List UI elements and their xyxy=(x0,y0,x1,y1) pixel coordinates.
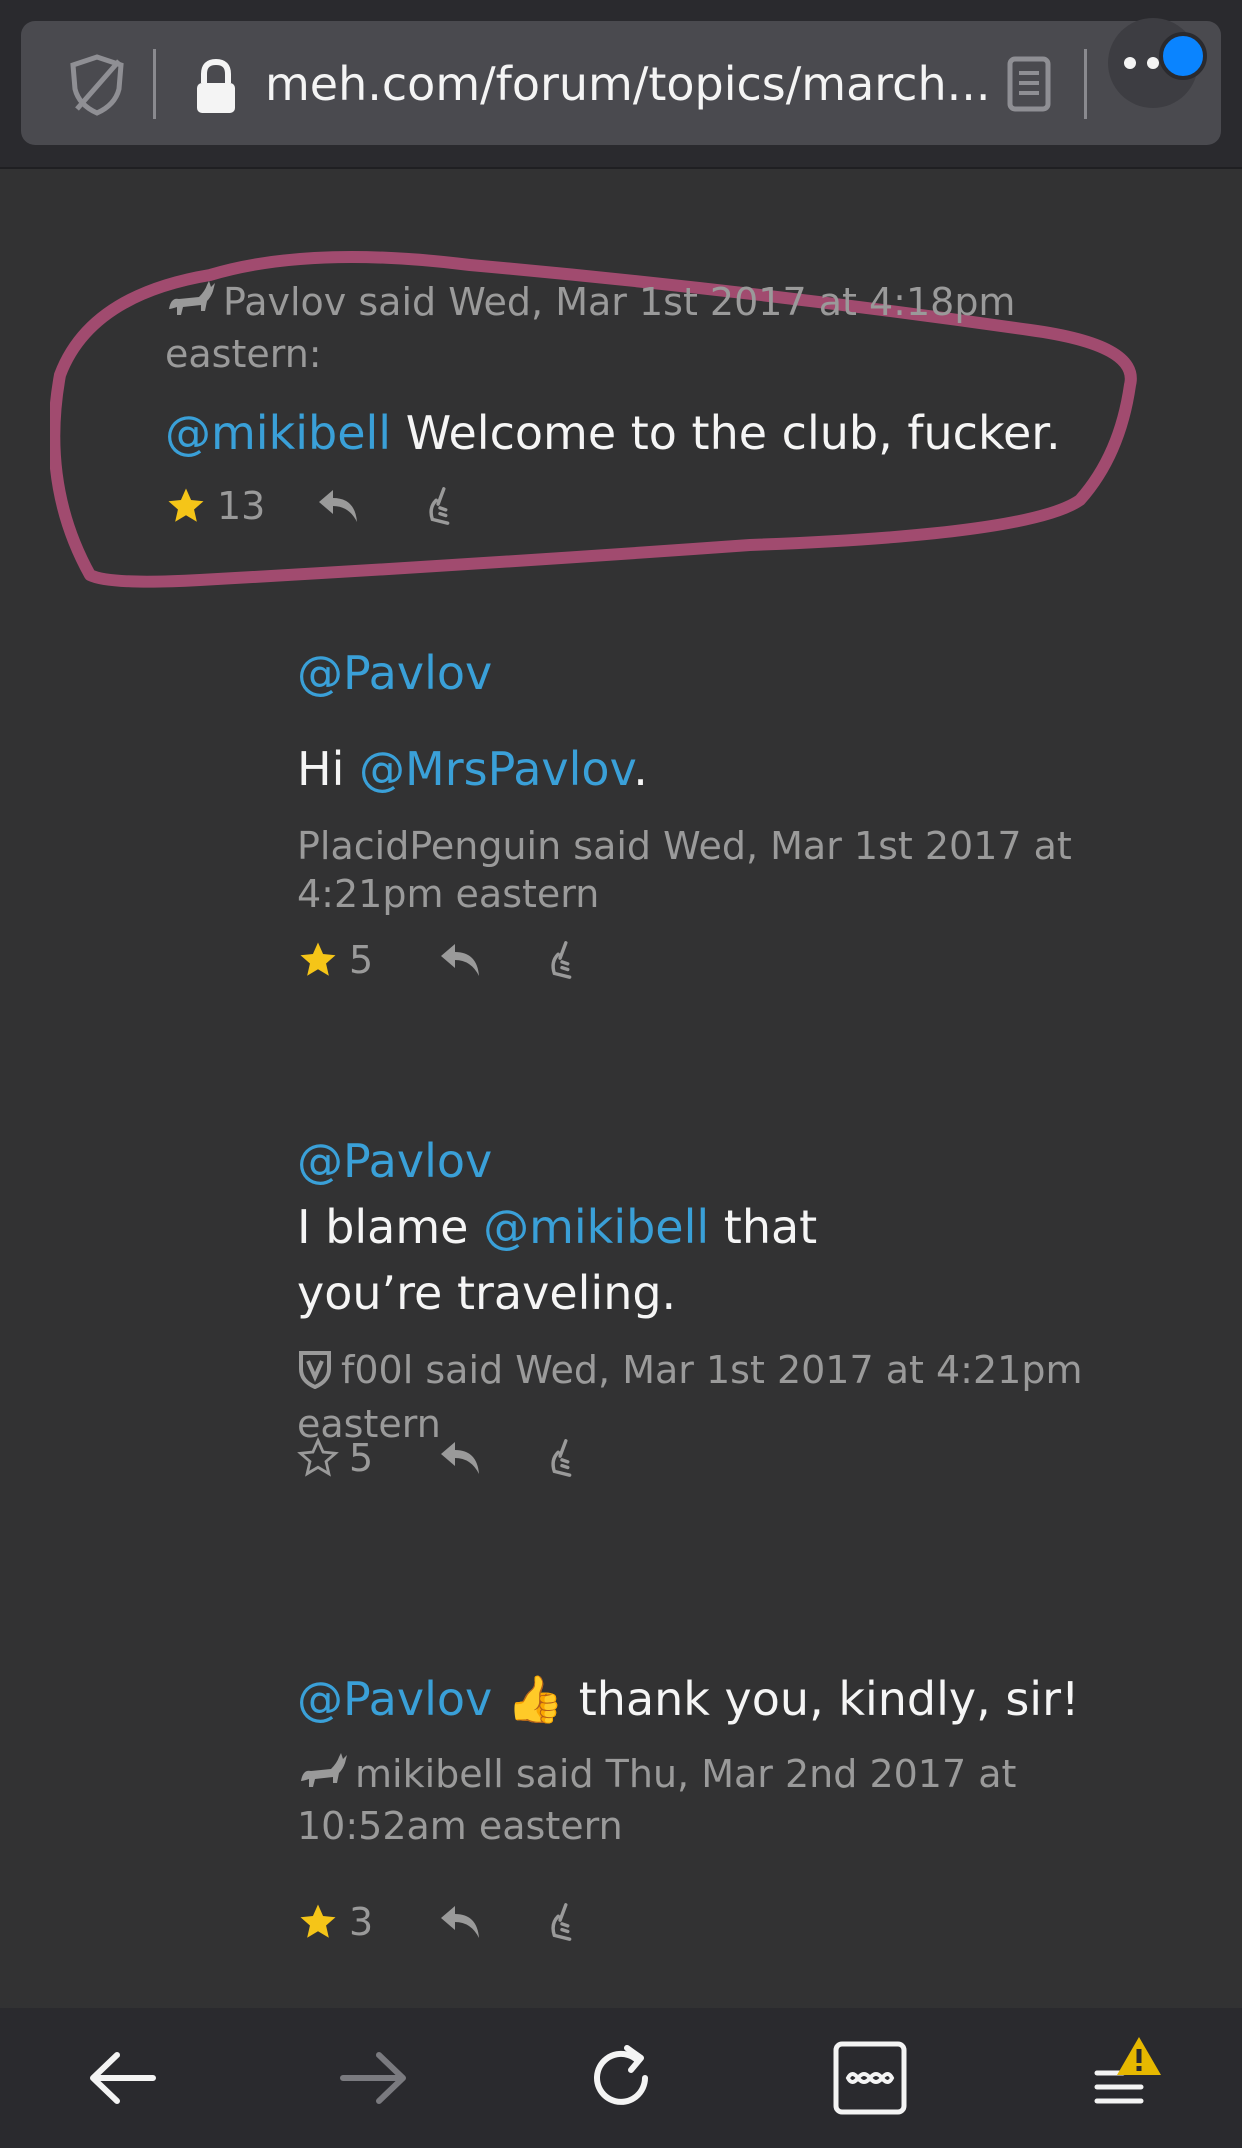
flag-button[interactable] xyxy=(542,930,582,990)
comment-actions: 5 xyxy=(297,930,697,990)
comment-text: Hi xyxy=(297,742,359,796)
forward-arrow-icon xyxy=(340,2052,406,2104)
back-arrow-icon xyxy=(90,2052,156,2104)
reader-view-icon[interactable] xyxy=(994,49,1064,119)
reply-icon xyxy=(441,1906,479,1938)
star-outline-icon xyxy=(297,1437,339,1477)
user-mention[interactable]: @MrsPavlov xyxy=(359,742,633,796)
reply-icon xyxy=(319,490,357,522)
flag-button[interactable] xyxy=(420,476,460,536)
reply-button[interactable] xyxy=(315,476,363,536)
menu-warning-icon xyxy=(1094,2037,1161,2104)
comment-body: Hi @MrsPavlov. xyxy=(297,736,1097,802)
star-count: 13 xyxy=(217,484,266,528)
comment-text: . xyxy=(633,742,648,796)
flag-button[interactable] xyxy=(542,1428,582,1488)
comment: @Pavlov 👍 thank you, kindly, sir! mikibe… xyxy=(297,1666,1157,1944)
divider xyxy=(1084,49,1087,119)
tabs-infinity-icon xyxy=(833,2041,907,2115)
address-bar[interactable]: meh.com/forum/topics/march... xyxy=(21,21,1221,145)
moose-icon xyxy=(165,279,217,330)
comment-author-line: Pavlov said Wed, Mar 1st 2017 at 4:18pm … xyxy=(165,280,1016,376)
reply-button[interactable] xyxy=(437,1892,485,1952)
reply-mention[interactable]: @Pavlov xyxy=(297,640,1097,706)
notification-dot xyxy=(1159,32,1207,80)
app-menu-button[interactable] xyxy=(1075,2033,1165,2123)
browser-toolbar: meh.com/forum/topics/march... xyxy=(0,0,1242,169)
tracking-protection-icon[interactable] xyxy=(57,49,137,119)
user-mention[interactable]: @mikibell xyxy=(165,406,391,460)
star-count: 3 xyxy=(349,1900,374,1944)
forward-button[interactable] xyxy=(328,2033,418,2123)
star-count: 5 xyxy=(349,938,374,982)
comment-body: @mikibell Welcome to the club, fucker. xyxy=(165,400,1065,466)
back-button[interactable] xyxy=(78,2033,168,2123)
flag-button[interactable] xyxy=(542,1892,582,1952)
divider xyxy=(153,49,156,119)
comment-actions: 5 xyxy=(297,1428,697,1488)
star-button[interactable]: 13 xyxy=(165,476,265,536)
reload-button[interactable] xyxy=(576,2033,666,2123)
comment: @Pavlov Hi @MrsPavlov. PlacidPenguin sai… xyxy=(297,640,1097,982)
star-filled-icon xyxy=(168,488,204,522)
url-text[interactable]: meh.com/forum/topics/march... xyxy=(265,49,1005,119)
comment-text: I blame xyxy=(297,1200,484,1254)
reply-icon xyxy=(441,944,479,976)
comment-body: I blame @mikibell that you’re traveling. xyxy=(297,1194,937,1326)
star-button[interactable]: 3 xyxy=(297,1892,373,1952)
user-mention[interactable]: @Pavlov xyxy=(297,1672,492,1726)
reply-button[interactable] xyxy=(437,930,485,990)
comment-text: Welcome to the club, fucker. xyxy=(391,406,1061,460)
comment: @Pavlov I blame @mikibell that you’re tr… xyxy=(297,1128,1097,1480)
comment-meta: PlacidPenguin said Wed, Mar 1st 2017 at … xyxy=(297,824,1072,916)
hand-gesture-icon xyxy=(551,1903,572,1941)
reply-mention[interactable]: @Pavlov xyxy=(297,1128,1097,1194)
moose-icon xyxy=(297,1751,349,1802)
reply-button[interactable] xyxy=(437,1428,485,1488)
hand-gesture-icon xyxy=(551,1439,572,1477)
hand-gesture-icon xyxy=(429,487,450,525)
comment-actions: 13 xyxy=(165,476,565,536)
star-button[interactable]: 5 xyxy=(297,1428,373,1488)
comment-actions: 3 xyxy=(297,1892,697,1952)
reload-icon xyxy=(594,2045,648,2105)
comment-author-line: mikibell said Thu, Mar 2nd 2017 at 10:52… xyxy=(297,1752,1017,1848)
star-filled-icon xyxy=(300,942,336,976)
browser-bottom-toolbar xyxy=(0,2008,1242,2148)
shield-v-icon xyxy=(297,1349,333,1400)
reply-icon xyxy=(441,1442,479,1474)
comment-meta: Pavlov said Wed, Mar 1st 2017 at 4:18pm … xyxy=(165,278,1065,378)
lock-icon[interactable] xyxy=(191,57,241,117)
tabs-button[interactable] xyxy=(825,2033,915,2123)
star-count: 5 xyxy=(349,1436,374,1480)
comment-body: @Pavlov 👍 thank you, kindly, sir! xyxy=(297,1666,1157,1732)
comment-text: thank you, kindly, sir! xyxy=(564,1672,1080,1726)
user-mention[interactable]: @mikibell xyxy=(483,1200,709,1254)
star-filled-icon xyxy=(300,1904,336,1938)
thumbs-up-emoji: 👍 xyxy=(506,1672,565,1726)
comment-meta: mikibell said Thu, Mar 2nd 2017 at 10:52… xyxy=(297,1750,1077,1850)
star-button[interactable]: 5 xyxy=(297,930,373,990)
comment: Pavlov said Wed, Mar 1st 2017 at 4:18pm … xyxy=(165,278,1065,528)
hand-gesture-icon xyxy=(551,941,572,979)
